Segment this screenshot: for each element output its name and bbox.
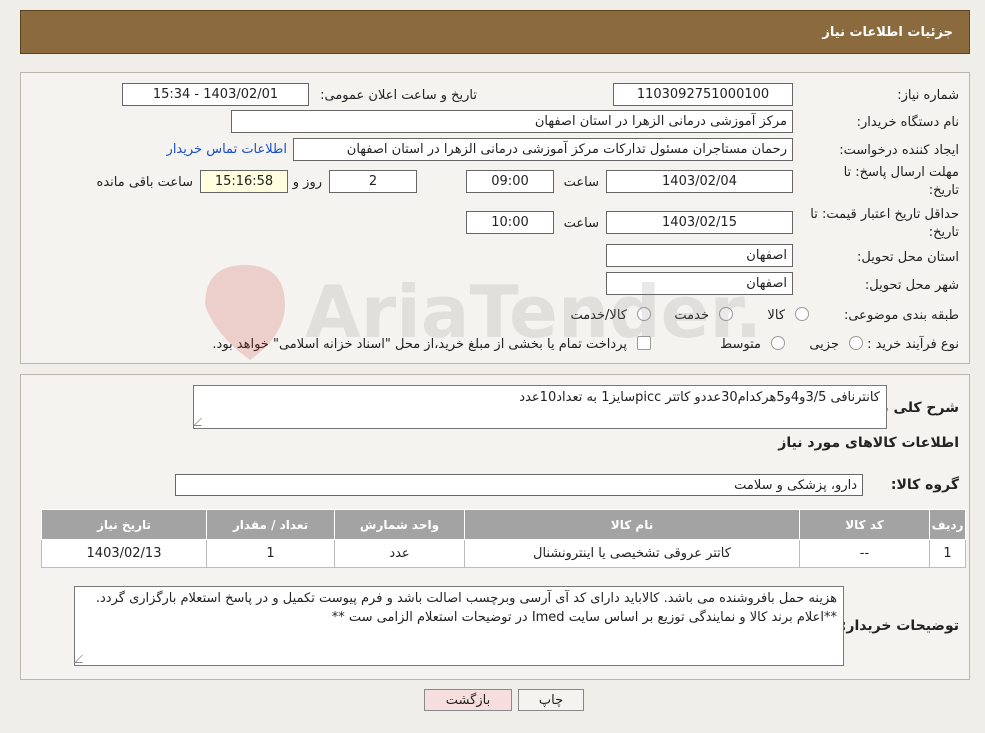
- resize-grip-icon[interactable]: [74, 655, 90, 663]
- goods-table: ردیف کد کالا نام کالا واحد شمارش تعداد /…: [41, 509, 966, 568]
- page-title: جزئیات اطلاعات نیاز: [822, 24, 953, 40]
- validity-time-label: ساعت: [563, 216, 599, 231]
- cell-unit: عدد: [334, 539, 465, 568]
- table-header-row: ردیف کد کالا نام کالا واحد شمارش تعداد /…: [41, 509, 966, 540]
- buyer-notes-label: توضیحات خریدار:: [840, 618, 959, 634]
- description-field[interactable]: کانترنافی 3/5و4و5هرکدام30عددو کاتتر picc…: [193, 385, 887, 429]
- category-option-goods: کالا: [767, 308, 785, 323]
- group-field[interactable]: دارو، پزشکی و سلامت: [175, 474, 863, 496]
- description-text: کانترنافی 3/5و4و5هرکدام30عددو کاتتر picc…: [519, 390, 880, 405]
- process-option-medium: متوسط: [720, 337, 761, 352]
- details-panel: شرح کلی نیاز: کانترنافی 3/5و4و5هرکدام30ع…: [20, 374, 970, 680]
- buyer-notes-field[interactable]: هزینه حمل بافروشنده می باشد. کالاباید دا…: [74, 586, 844, 666]
- treasury-checkbox[interactable]: [637, 336, 651, 350]
- category-label: طبقه بندی موضوعی:: [843, 308, 959, 323]
- col-unit: واحد شمارش: [334, 509, 465, 540]
- cell-name: کاتتر عروقی تشخیصی یا اینترونشنال: [464, 539, 800, 568]
- process-radio-medium[interactable]: [771, 336, 785, 350]
- category-radio-goods[interactable]: [795, 307, 809, 321]
- process-label: نوع فرآیند خرید :: [867, 337, 959, 352]
- col-code: کد کالا: [799, 509, 930, 540]
- city-label: شهر محل تحویل:: [864, 278, 959, 293]
- remaining-label: ساعت باقی مانده: [96, 175, 193, 190]
- back-button[interactable]: بازگشت: [424, 689, 512, 711]
- buyer-notes-text: هزینه حمل بافروشنده می باشد. کالاباید دا…: [95, 591, 837, 625]
- category-option-service: خدمت: [674, 308, 709, 323]
- days-field[interactable]: 2: [329, 170, 417, 193]
- validity-label-date: تاریخ:: [928, 225, 959, 240]
- process-radio-minor[interactable]: [849, 336, 863, 350]
- need-number-label: شماره نیاز:: [897, 88, 959, 103]
- remaining-time-field: 15:16:58: [200, 170, 288, 193]
- validity-time-field[interactable]: 10:00: [466, 211, 554, 234]
- province-field[interactable]: اصفهان: [606, 244, 793, 267]
- resize-grip-icon[interactable]: [193, 418, 209, 426]
- deadline-label-date: تاریخ:: [928, 183, 959, 198]
- deadline-time-label: ساعت: [563, 175, 599, 190]
- buyer-contact-link[interactable]: اطلاعات تماس خریدار: [167, 142, 287, 157]
- buyer-label: نام دستگاه خریدار:: [856, 115, 959, 130]
- deadline-time-field[interactable]: 09:00: [466, 170, 554, 193]
- col-name: نام کالا: [464, 509, 800, 540]
- creator-label: ایجاد کننده درخواست:: [839, 143, 959, 158]
- page-header: جزئیات اطلاعات نیاز: [20, 10, 970, 54]
- deadline-label: مهلت ارسال پاسخ: تا: [843, 165, 959, 180]
- goods-heading: اطلاعات کالاهای مورد نیاز: [778, 435, 959, 451]
- category-radio-service[interactable]: [719, 307, 733, 321]
- col-row: ردیف: [929, 509, 966, 540]
- print-button[interactable]: چاپ: [518, 689, 584, 711]
- validity-label: حداقل تاریخ اعتبار قیمت: تا: [810, 207, 959, 222]
- city-field[interactable]: اصفهان: [606, 272, 793, 295]
- need-info-panel: شماره نیاز: 1103092751000100 تاریخ و ساع…: [20, 72, 970, 364]
- deadline-date-field[interactable]: 1403/02/04: [606, 170, 793, 193]
- need-number-field[interactable]: 1103092751000100: [613, 83, 793, 106]
- category-radio-both[interactable]: [637, 307, 651, 321]
- process-note: پرداخت تمام یا بخشی از مبلغ خرید،از محل …: [212, 337, 627, 352]
- col-qty: تعداد / مقدار: [206, 509, 335, 540]
- cell-row: 1: [929, 539, 966, 568]
- col-date: تاریخ نیاز: [41, 509, 207, 540]
- group-label: گروه کالا:: [890, 477, 959, 493]
- cell-qty: 1: [206, 539, 335, 568]
- category-option-both: کالا/خدمت: [570, 308, 627, 323]
- province-label: استان محل تحویل:: [857, 250, 959, 265]
- table-row[interactable]: 1 -- کاتتر عروقی تشخیصی یا اینترونشنال ع…: [41, 539, 966, 568]
- announce-label: تاریخ و ساعت اعلان عمومی:: [320, 88, 477, 103]
- announce-field[interactable]: 1403/02/01 - 15:34: [122, 83, 309, 106]
- days-label: روز و: [292, 175, 322, 190]
- creator-field[interactable]: رحمان مستاجران مسئول تدارکات مرکز آموزشی…: [293, 138, 793, 161]
- process-option-minor: جزیی: [809, 337, 839, 352]
- cell-code: --: [799, 539, 930, 568]
- cell-date: 1403/02/13: [41, 539, 207, 568]
- validity-date-field[interactable]: 1403/02/15: [606, 211, 793, 234]
- buyer-field[interactable]: مرکز آموزشی درمانی الزهرا در استان اصفها…: [231, 110, 793, 133]
